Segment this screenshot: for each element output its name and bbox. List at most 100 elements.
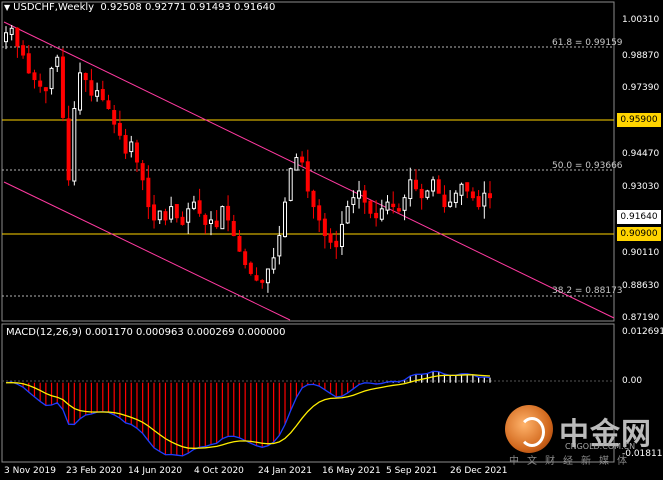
watermark: 中金网 CNGOLD.COM.CN 中文财经新媒体 (505, 405, 663, 467)
candle-body (169, 206, 174, 220)
candle-body (78, 72, 83, 111)
candle-body (271, 257, 276, 270)
candle-body (311, 190, 316, 208)
candle-body (243, 251, 248, 266)
candle-body (391, 203, 396, 208)
candle-body (157, 210, 162, 221)
candle-body (294, 157, 299, 171)
candle-body (448, 201, 453, 207)
candle-body (385, 201, 390, 211)
time-tick: 3 Nov 2019 (4, 466, 56, 476)
candle-body (26, 53, 31, 74)
candle-body (66, 118, 71, 181)
watermark-url: CNGOLD.COM.CN (565, 442, 636, 451)
candle-body (129, 141, 134, 153)
candle-body (277, 235, 282, 257)
macd-title: MACD(12,26,9) 0.001170 0.000963 0.000269… (6, 327, 286, 338)
candle-body (453, 192, 458, 204)
candle-body (442, 194, 447, 208)
candle-body (95, 90, 100, 97)
candle-body (345, 206, 350, 224)
candle-body (180, 216, 185, 225)
price-tick: 0.98870 (622, 51, 660, 61)
candle-body (197, 200, 202, 214)
candle-body (362, 190, 367, 203)
candle-body (117, 122, 122, 136)
candle-body (100, 89, 105, 101)
candle-body (214, 220, 219, 228)
candle-body (283, 201, 288, 238)
price-tick: 0.87190 (622, 313, 660, 323)
chart-title: ▼ USDCHF,Weekly 0.92508 0.92771 0.91493 0… (4, 2, 275, 13)
macd-signal-line (5, 374, 491, 449)
price-tick: 0.88630 (622, 281, 660, 291)
candle-body (134, 142, 139, 163)
candle-body (339, 223, 344, 247)
candle-body (163, 211, 168, 221)
candle-body (488, 193, 492, 199)
candle-body (72, 108, 77, 182)
dropdown-arrow-icon[interactable]: ▼ (4, 3, 10, 12)
fib-500-label: 50.0 = 0.93666 (552, 161, 623, 171)
candle-body (408, 179, 413, 200)
candle-body (254, 275, 259, 281)
price-tick: 0.94470 (622, 149, 660, 159)
cngold-logo-icon (505, 405, 553, 453)
candle-body (55, 56, 60, 67)
candle-body (231, 221, 236, 237)
candle-body (9, 27, 14, 35)
time-tick: 4 Oct 2020 (194, 466, 244, 476)
price-tick: 1.00310 (622, 15, 660, 25)
candle-body (431, 179, 436, 192)
price-tick: 0.97390 (622, 83, 660, 93)
candle-body (248, 262, 253, 274)
candle-body (112, 110, 117, 125)
candle-body (317, 205, 322, 221)
candle-body (368, 200, 373, 214)
time-tick: 26 Dec 2021 (450, 466, 508, 476)
candle-body (186, 208, 191, 223)
candle-body (402, 197, 407, 211)
fib-382-label: 38.2 = 0.88173 (552, 286, 623, 296)
candle-body (38, 80, 43, 87)
candle-body (328, 233, 333, 243)
candle-body (436, 179, 441, 194)
candle-body (476, 196, 481, 208)
candle-body (379, 208, 384, 220)
resistance-tag: 0.95900 (617, 113, 661, 127)
time-tick: 14 Jun 2020 (128, 466, 183, 476)
candles (4, 25, 492, 293)
candle-body (288, 168, 293, 201)
candle-body (146, 177, 151, 208)
time-tick: 24 Jan 2021 (258, 466, 312, 476)
time-tick: 23 Feb 2020 (66, 466, 123, 476)
macd-tick: 0.012691 (622, 327, 663, 337)
candle-body (265, 268, 270, 284)
ohlc-values: 0.92508 0.92771 0.91493 0.91640 (100, 2, 276, 13)
candle-body (305, 161, 310, 192)
candle-body (220, 206, 225, 230)
candle-body (32, 72, 37, 81)
candle-body (106, 100, 111, 110)
candle-body (83, 73, 88, 81)
candle-body (191, 201, 196, 209)
support-tag: 0.90900 (617, 227, 661, 241)
candle-body (140, 163, 145, 181)
candle-body (123, 135, 128, 154)
candle-body (425, 190, 430, 198)
candle-body (89, 80, 94, 96)
macd-tick: 0.00 (622, 376, 643, 386)
watermark-subtitle: 中文财经新媒体 (509, 456, 635, 467)
candle-body (226, 205, 231, 221)
candle-body (351, 197, 356, 205)
macd-blue-line (5, 370, 491, 457)
candle-body (4, 32, 8, 43)
candle-body (49, 67, 54, 90)
candle-body (60, 56, 65, 118)
candle-body (21, 45, 26, 56)
candle-body (470, 191, 475, 199)
current-price-tag: 0.91640 (617, 210, 661, 224)
candle-body (482, 192, 487, 207)
candle-body (237, 236, 242, 252)
candle-body (152, 204, 157, 221)
